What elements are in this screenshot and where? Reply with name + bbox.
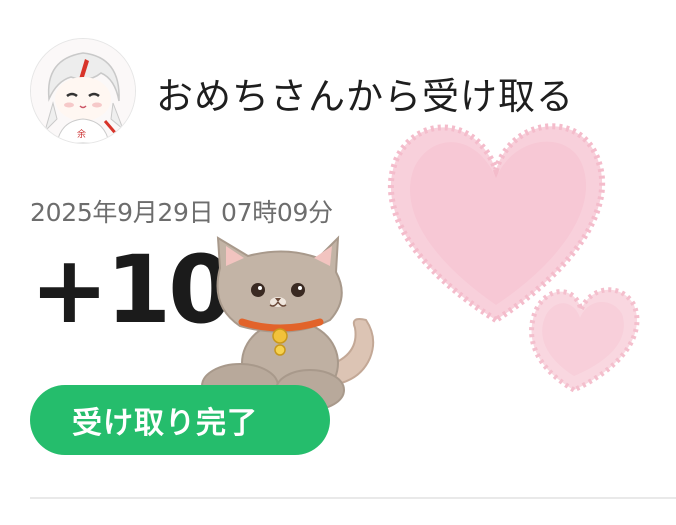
section-divider: [30, 497, 676, 499]
receive-complete-button[interactable]: 受け取り完了: [30, 385, 330, 455]
character-avatar-icon: 余: [31, 39, 135, 143]
sender-avatar[interactable]: 余: [30, 38, 136, 144]
pink-hearts-icon: [376, 100, 676, 400]
transaction-datetime: 2025年9月29日 07時09分: [30, 198, 333, 227]
svg-text:余: 余: [77, 128, 86, 140]
